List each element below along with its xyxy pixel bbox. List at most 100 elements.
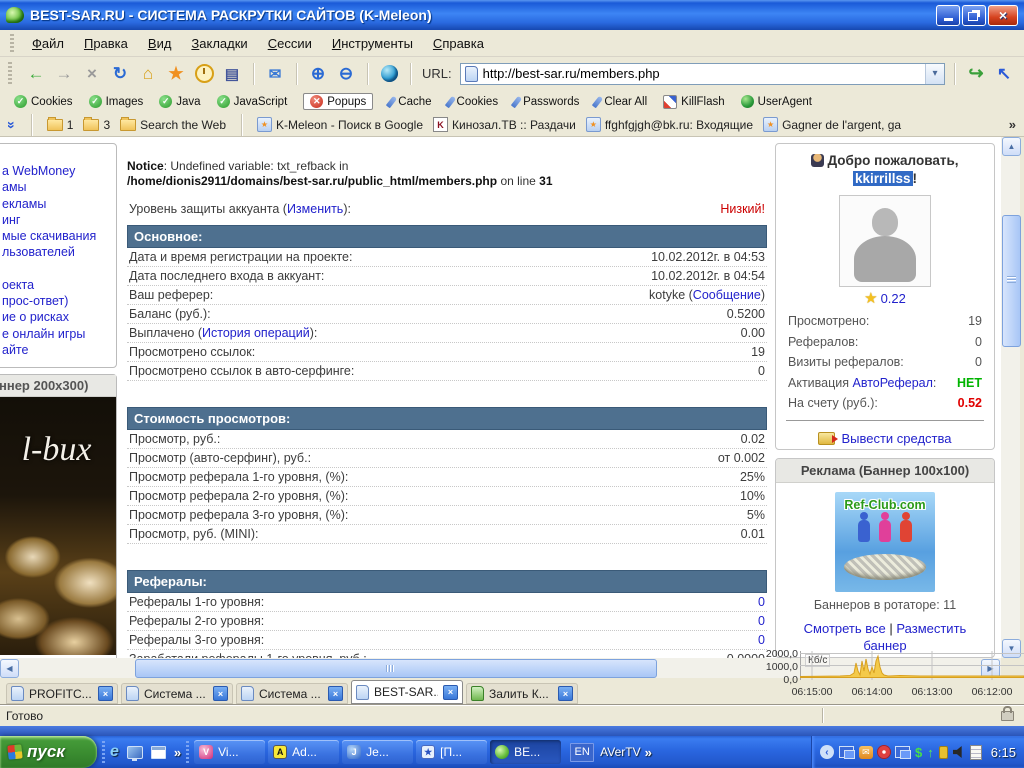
go-button[interactable]: ↪ — [964, 62, 988, 86]
network-icon[interactable] — [894, 746, 911, 759]
bookmarks-button[interactable]: ★ — [164, 62, 188, 86]
toggle-images[interactable]: ✓ Images — [88, 95, 143, 108]
menu-tools[interactable]: Инструменты — [322, 33, 423, 54]
bookmark-kinozal[interactable]: K Кинозал.ТВ :: Раздачи — [433, 117, 576, 132]
menu-edit[interactable]: Правка — [74, 33, 138, 54]
tab-best-sar-active[interactable]: BEST-SAR... × — [351, 680, 463, 704]
bookmark-gagner[interactable]: ★ Gagner de l'argent, ga — [763, 117, 901, 132]
bookmark-mail-inbox[interactable]: ★ ffghfgjgh@bk.ru: Входящие — [585, 117, 753, 132]
tab-zalit[interactable]: Залить К... × — [466, 683, 578, 704]
scroll-up-button[interactable]: ▲ — [1002, 137, 1021, 156]
tab-close-button[interactable]: × — [213, 686, 228, 701]
window-titlebar[interactable]: BEST-SAR.RU - СИСТЕМА РАСКРУТКИ САЙТОВ (… — [0, 0, 1024, 30]
message-link[interactable]: Сообщение — [693, 288, 761, 302]
useragent-button[interactable]: UserAgent — [740, 95, 812, 108]
menu-bookmarks[interactable]: Закладки — [181, 33, 257, 54]
zoom-in-button[interactable]: ⊕ — [306, 62, 330, 86]
task-button-p[interactable]: ★ [П... — [416, 740, 488, 764]
toggle-popups[interactable]: ✕ Popups — [303, 93, 374, 110]
scroll-left-button[interactable]: ◀ — [0, 659, 19, 678]
tab-close-button[interactable]: × — [443, 684, 458, 700]
tab-close-button[interactable]: × — [328, 686, 343, 701]
notes-icon[interactable] — [969, 744, 982, 760]
taskbar-chevron[interactable]: » — [645, 745, 652, 760]
vertical-scrollbar[interactable]: ▲ ▼ — [1001, 137, 1021, 658]
zoom-out-button[interactable]: ⊖ — [334, 62, 358, 86]
menu-help[interactable]: Справка — [423, 33, 494, 54]
clear-all-button[interactable]: Clear All — [592, 95, 647, 108]
bookmark-kmeleon-google[interactable]: ★ K-Meleon - Поиск в Google — [257, 117, 423, 132]
internet-explorer-icon[interactable]: e — [110, 743, 119, 761]
sidebar-link[interactable]: прос-ответ) — [2, 293, 116, 309]
topup-link[interactable]: Пополнить баланс — [840, 450, 952, 451]
upload-arrow-icon[interactable]: ↑ — [927, 745, 934, 760]
close-button[interactable]: × — [988, 4, 1018, 26]
scroll-down-button[interactable]: ▼ — [1002, 639, 1021, 658]
sidebar-link[interactable]: льзователей — [2, 244, 116, 260]
network-icon[interactable] — [838, 746, 855, 759]
change-security-link[interactable]: Изменить — [287, 202, 343, 216]
clear-cookies-button[interactable]: Cookies — [444, 95, 498, 108]
back-button[interactable]: ← — [24, 62, 48, 86]
view-all-link[interactable]: Смотреть все — [804, 621, 886, 636]
start-button[interactable]: пуск — [0, 736, 97, 768]
toggle-java[interactable]: ✓ Java — [159, 95, 201, 108]
history-button[interactable] — [192, 62, 216, 86]
radio-icon[interactable] — [938, 745, 948, 759]
horizontal-scrollbar[interactable]: ◀ ▶ — [0, 658, 1001, 678]
sidebar-link[interactable]: инг — [2, 212, 116, 228]
task-button-ad[interactable]: A Ad... — [268, 740, 340, 764]
vertical-scroll-thumb[interactable] — [1002, 215, 1021, 347]
bookmark-folder-3[interactable]: 3 — [83, 116, 110, 132]
sidebar-link[interactable]: оекта — [2, 277, 116, 293]
volume-icon[interactable] — [952, 746, 962, 758]
scroll-right-button[interactable]: ▶ — [981, 659, 1000, 678]
flower-icon[interactable] — [877, 746, 890, 758]
menu-file[interactable]: Файл — [22, 33, 74, 54]
sidebar-link[interactable]: ие о рисках — [2, 309, 116, 325]
tab-close-button[interactable]: × — [98, 686, 113, 701]
sidebar-link[interactable]: мые скачивания — [2, 228, 116, 244]
url-input[interactable]: http://best-sar.ru/members.php ▾ — [459, 62, 945, 85]
stop-button[interactable]: × — [80, 62, 104, 86]
tab-sistema-2[interactable]: Система ... × — [236, 683, 348, 704]
translate-button[interactable] — [377, 62, 401, 86]
home-button[interactable]: ⌂ — [136, 62, 160, 86]
ad-banner-200x300[interactable]: l-bux — [0, 397, 116, 655]
mail-button[interactable]: ✉ — [263, 62, 287, 86]
tab-profitc[interactable]: PROFITC... × — [6, 683, 118, 704]
bookmarks-overflow-chevron[interactable]: » — [1009, 117, 1016, 132]
sidebar-link[interactable]: айте — [2, 342, 116, 358]
dollar-icon[interactable]: $ — [915, 745, 922, 760]
menu-view[interactable]: Вид — [138, 33, 182, 54]
avertv-label[interactable]: AVerTV — [600, 745, 640, 759]
tray-collapse-icon[interactable]: ‹ — [819, 745, 834, 759]
clear-cache-button[interactable]: Cache — [386, 95, 432, 108]
task-button-vip[interactable]: V Vi... — [194, 740, 266, 764]
bookmarks-expander-icon[interactable]: » — [4, 121, 20, 129]
language-indicator[interactable]: EN — [570, 742, 595, 762]
tab-sistema-1[interactable]: Система ... × — [121, 683, 233, 704]
avatar[interactable] — [839, 195, 931, 287]
minimize-button[interactable] — [936, 4, 960, 26]
toggle-cookies[interactable]: ✓ Cookies — [14, 95, 73, 108]
window-shortcut-icon[interactable] — [150, 745, 166, 759]
sidebar-link[interactable]: амы — [2, 179, 116, 195]
tray-mail-icon[interactable]: ✉ — [858, 745, 873, 759]
menu-sessions[interactable]: Сессии — [258, 33, 322, 54]
forward-button[interactable]: → — [52, 62, 76, 86]
sidebar-link[interactable]: екламы — [2, 196, 116, 212]
operations-history-link[interactable]: История операций — [202, 326, 310, 340]
task-button-best-sar[interactable]: BE... — [490, 740, 562, 764]
select-links-button[interactable]: ↖ — [992, 62, 1016, 86]
restore-button[interactable] — [962, 4, 986, 26]
show-desktop-icon[interactable] — [126, 745, 143, 761]
withdraw-link[interactable]: Вывести средства — [841, 428, 951, 450]
toggle-javascript[interactable]: ✓ JavaScript — [216, 95, 287, 108]
sidebar-link[interactable]: а WebMoney — [2, 163, 116, 179]
url-dropdown-button[interactable]: ▾ — [925, 63, 944, 84]
bookmark-folder-1[interactable]: 1 — [46, 116, 73, 132]
ad-banner-100x100[interactable]: Ref-Club.com — [835, 492, 935, 592]
task-button-je[interactable]: J Je... — [342, 740, 414, 764]
clear-passwords-button[interactable]: Passwords — [510, 95, 579, 108]
